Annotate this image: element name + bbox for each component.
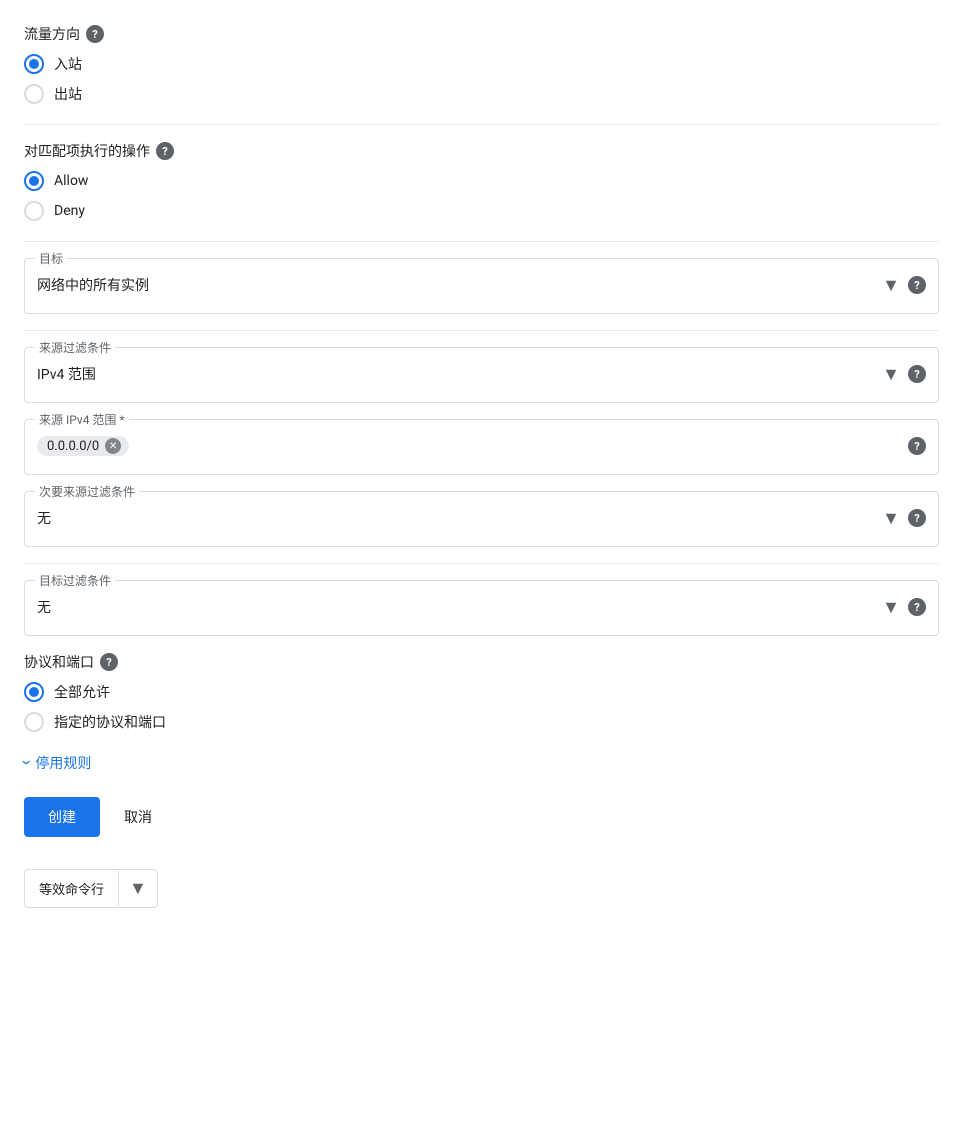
protocol-help-icon[interactable]: ? (100, 653, 118, 671)
source-filter-legend: 来源过滤条件 (35, 339, 115, 356)
traffic-direction-help-icon[interactable]: ? (86, 25, 104, 43)
divider-3 (24, 330, 939, 331)
source-ipv4-wrapper: 来源 IPv4 范围 * 0.0.0.0/0 ✕ ? (24, 419, 939, 475)
traffic-direction-label: 流量方向 ? (24, 24, 939, 44)
protocol-all[interactable]: 全部允许 (24, 682, 939, 702)
target-field-actions: ▼ ? (882, 275, 926, 296)
source-ipv4-help-icon[interactable]: ? (908, 437, 926, 455)
divider-4 (24, 563, 939, 564)
radio-outbound-circle[interactable] (24, 84, 44, 104)
target-filter-legend: 目标过滤条件 (35, 572, 115, 589)
traffic-direction-radio-group: 入站 出站 (24, 54, 939, 104)
traffic-direction-inbound[interactable]: 入站 (24, 54, 939, 74)
divider-1 (24, 124, 939, 125)
radio-specific-label: 指定的协议和端口 (54, 712, 166, 732)
radio-specific-circle[interactable] (24, 712, 44, 732)
source-ipv4-chip-value: 0.0.0.0/0 (47, 439, 99, 454)
source-ipv4-field-actions: ? (908, 437, 926, 455)
action-help-icon[interactable]: ? (156, 142, 174, 160)
radio-outbound-label: 出站 (54, 84, 82, 104)
source-ipv4-chip-close[interactable]: ✕ (105, 438, 121, 454)
traffic-direction-outbound[interactable]: 出站 (24, 84, 939, 104)
source-filter-dropdown-icon[interactable]: ▼ (882, 364, 900, 385)
source-filter-field-actions: ▼ ? (882, 364, 926, 385)
protocol-specific[interactable]: 指定的协议和端口 (24, 712, 939, 732)
target-filter-actions: ▼ ? (882, 597, 926, 618)
secondary-source-filter-wrapper: 次要来源过滤条件 无 ▼ ? (24, 491, 939, 547)
button-row: 创建 取消 (24, 797, 939, 837)
equiv-command-row: 等效命令行 ▼ (24, 869, 158, 908)
radio-all-circle[interactable] (24, 682, 44, 702)
secondary-source-filter-field[interactable]: 次要来源过滤条件 无 ▼ ? (24, 491, 939, 547)
target-field-wrapper: 目标 网络中的所有实例 ▼ ? (24, 258, 939, 314)
target-dropdown-icon[interactable]: ▼ (882, 275, 900, 296)
target-filter-help-icon[interactable]: ? (908, 598, 926, 616)
radio-deny-circle[interactable] (24, 201, 44, 221)
target-filter-value: 无 (37, 597, 882, 617)
protocol-text: 协议和端口 (24, 652, 94, 672)
radio-allow-label: Allow (54, 173, 88, 189)
secondary-source-filter-actions: ▼ ? (882, 508, 926, 529)
protocol-section: 协议和端口 ? 全部允许 指定的协议和端口 (24, 652, 939, 732)
chevron-down-icon: › (16, 760, 37, 765)
target-legend: 目标 (35, 250, 67, 267)
action-radio-group: Allow Deny (24, 171, 939, 221)
source-filter-value: IPv4 范围 (37, 364, 882, 384)
action-label: 对匹配项执行的操作 ? (24, 141, 939, 161)
source-filter-field[interactable]: 来源过滤条件 IPv4 范围 ▼ ? (24, 347, 939, 403)
traffic-direction-text: 流量方向 (24, 24, 80, 44)
radio-inbound-label: 入站 (54, 54, 82, 74)
equiv-command-label: 等效命令行 (25, 871, 119, 906)
secondary-source-filter-dropdown-icon[interactable]: ▼ (882, 508, 900, 529)
equiv-chevron-icon: ▼ (129, 878, 147, 899)
radio-inbound-circle[interactable] (24, 54, 44, 74)
source-filter-help-icon[interactable]: ? (908, 365, 926, 383)
target-filter-field[interactable]: 目标过滤条件 无 ▼ ? (24, 580, 939, 636)
source-filter-wrapper: 来源过滤条件 IPv4 范围 ▼ ? (24, 347, 939, 403)
disable-rule-text: 停用规则 (35, 753, 91, 773)
target-help-icon[interactable]: ? (908, 276, 926, 294)
traffic-direction-section: 流量方向 ? 入站 出站 (24, 24, 939, 104)
source-ipv4-field[interactable]: 来源 IPv4 范围 * 0.0.0.0/0 ✕ ? (24, 419, 939, 475)
source-ipv4-chip: 0.0.0.0/0 ✕ (37, 436, 129, 456)
secondary-source-filter-legend: 次要来源过滤条件 (35, 483, 139, 500)
secondary-source-filter-value: 无 (37, 508, 882, 528)
radio-deny-label: Deny (54, 203, 85, 219)
divider-2 (24, 241, 939, 242)
radio-all-label: 全部允许 (54, 682, 110, 702)
action-text: 对匹配项执行的操作 (24, 141, 150, 161)
create-button[interactable]: 创建 (24, 797, 100, 837)
action-deny[interactable]: Deny (24, 201, 939, 221)
equiv-dropdown-button[interactable]: ▼ (119, 870, 157, 907)
target-field[interactable]: 目标 网络中的所有实例 ▼ ? (24, 258, 939, 314)
target-filter-wrapper: 目标过滤条件 无 ▼ ? (24, 580, 939, 636)
protocol-radio-group: 全部允许 指定的协议和端口 (24, 682, 939, 732)
protocol-label: 协议和端口 ? (24, 652, 939, 672)
target-filter-dropdown-icon[interactable]: ▼ (882, 597, 900, 618)
disable-rule-link[interactable]: › 停用规则 (24, 752, 939, 773)
secondary-source-filter-help-icon[interactable]: ? (908, 509, 926, 527)
source-ipv4-legend: 来源 IPv4 范围 * (35, 411, 129, 428)
action-allow[interactable]: Allow (24, 171, 939, 191)
radio-allow-circle[interactable] (24, 171, 44, 191)
target-value: 网络中的所有实例 (37, 275, 882, 295)
action-section: 对匹配项执行的操作 ? Allow Deny (24, 141, 939, 221)
cancel-button[interactable]: 取消 (116, 797, 160, 837)
